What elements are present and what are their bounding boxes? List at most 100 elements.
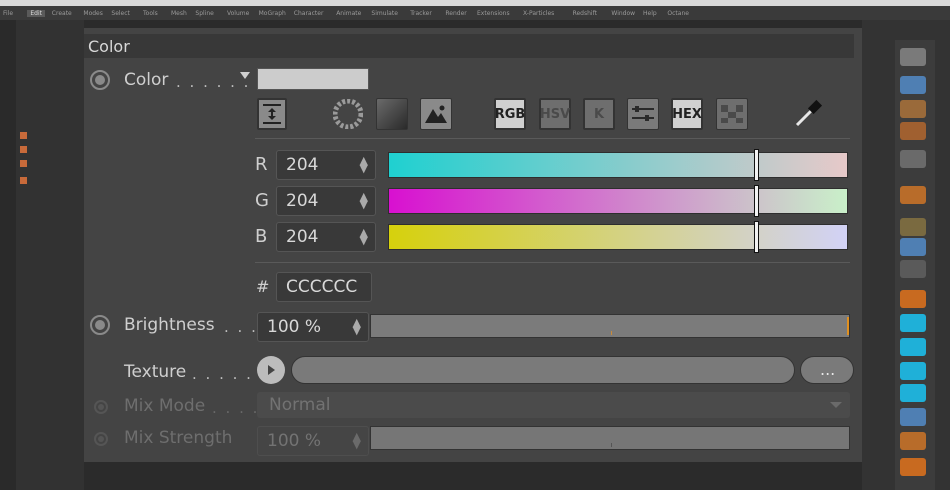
channel-r-slider[interactable] [388,149,848,181]
kelvin-mode-button[interactable]: K [583,98,615,130]
mix-mode-value: Normal [269,395,331,415]
mix-mode-dropdown: Normal [257,392,850,418]
tool-icon[interactable] [900,458,926,476]
tool-icon[interactable] [900,48,926,66]
menu-item[interactable]: Modes [83,10,102,17]
tool-icon[interactable] [900,384,926,402]
color-animate-radio[interactable] [90,70,110,90]
sliders-icon [632,106,654,121]
mix-strength-input: 100 % ▲ ▼ [257,426,369,456]
swatches-button[interactable] [716,98,748,130]
channel-b-slider[interactable] [388,221,848,253]
menu-item[interactable]: Render [445,10,466,17]
chevron-down-icon [830,402,842,408]
menu-item[interactable]: MoGraph [259,10,286,17]
menu-item[interactable]: Help [643,10,657,17]
tool-icon[interactable] [900,100,926,118]
menu-item[interactable]: Spline [195,10,213,17]
rgb-mode-button[interactable]: RGB [494,98,526,130]
mix-strength-value: 100 % [267,431,322,451]
menu-bar: File Edit Create Modes Select Tools Mesh Spline… [0,6,950,20]
menu-item[interactable]: Animate [336,10,361,17]
eyedropper-button[interactable] [790,98,826,130]
mix-mode-label: Mix Mode [124,396,206,416]
tool-icon[interactable] [900,186,926,204]
menu-item[interactable]: Redshift [573,10,597,17]
tool-icon[interactable] [900,150,926,168]
menu-item[interactable]: Mesh [171,10,187,17]
tool-icon[interactable] [900,362,926,380]
menu-item[interactable]: Extensions [477,10,510,17]
menu-item[interactable]: X-Particles [523,10,554,17]
stepper-arrows-icon: ▲ ▼ [352,430,361,451]
settings-icon [20,132,27,139]
channel-g-gradient [389,189,847,213]
menu-item[interactable]: Edit [27,10,46,17]
cube-icon[interactable] [900,76,926,94]
hsv-mode-button[interactable]: HSV [539,98,571,130]
mountain-icon [425,105,447,123]
left-tool-column [0,20,16,490]
menu-item[interactable]: Tracker [410,10,432,17]
tool-icon[interactable] [900,290,926,308]
menu-item[interactable]: File [3,10,13,17]
channel-b-input[interactable]: 204 ▲ ▼ [276,222,376,252]
image-picker-icon[interactable] [420,98,452,130]
texture-menu-button[interactable] [257,356,285,384]
channel-g-value: 204 [286,191,319,211]
color-swatch[interactable] [257,68,369,90]
menu-item[interactable]: Window [611,10,635,17]
menu-item[interactable]: Octane [667,10,689,17]
stepper-arrows-icon[interactable]: ▲ ▼ [353,317,361,336]
checker-icon [721,105,743,123]
channel-b-gradient [389,225,847,249]
channel-g-label: G [255,190,269,211]
tool-icon[interactable] [900,314,926,332]
brightness-label-dots: . . . [224,318,258,336]
menu-item[interactable]: Create [52,10,72,17]
brightness-value: 100 % [267,317,322,337]
brightness-animate-radio[interactable] [90,315,110,335]
stepper-arrows-icon[interactable]: ▲ ▼ [360,191,368,210]
channel-g-handle[interactable] [754,185,759,217]
menu-item[interactable]: Tools [143,10,158,17]
channel-b-value: 204 [286,227,319,247]
eyedropper-icon [795,99,823,127]
color-options-caret[interactable] [240,72,250,79]
brightness-input[interactable]: 100 % ▲ ▼ [257,312,369,342]
compact-toggle-icon[interactable] [257,98,287,130]
channel-r-input[interactable]: 204 ▲ ▼ [276,150,376,180]
spectrum-icon[interactable] [376,98,408,130]
tool-icon[interactable] [900,338,926,356]
menu-item[interactable]: Select [111,10,130,17]
menu-item[interactable]: Volume [227,10,249,17]
texture-browse-button[interactable]: ... [800,356,854,384]
hex-input[interactable]: CCCCCC [276,272,372,302]
channel-b-handle[interactable] [754,221,759,253]
brightness-label: Brightness [124,315,215,335]
channel-r-value: 204 [286,155,319,175]
color-label: Color [124,70,169,90]
stepper-arrows-icon[interactable]: ▲ ▼ [360,227,368,246]
background-menu-panel [0,20,84,490]
tool-icon[interactable] [900,122,926,140]
channel-g-slider[interactable] [388,185,848,217]
tool-icon[interactable] [900,408,926,426]
texture-field[interactable] [291,356,795,384]
channel-g-input[interactable]: 204 ▲ ▼ [276,186,376,216]
menu-item[interactable]: Simulate [371,10,398,17]
brightness-slider[interactable] [370,314,850,338]
tool-icon[interactable] [900,432,926,450]
stepper-arrows-icon[interactable]: ▲ ▼ [360,155,368,174]
color-wheel-icon[interactable] [332,98,364,130]
channel-r-handle[interactable] [754,149,759,181]
mix-mode-label-dots: . . . . [212,399,260,417]
tool-icon[interactable] [900,218,926,236]
mix-strength-slider [370,426,850,450]
tool-icon[interactable] [900,238,926,256]
menu-item[interactable]: Character [294,10,324,17]
tool-icon[interactable] [900,260,926,278]
slider-tick [611,331,612,335]
hex-mode-button[interactable]: HEX [671,98,703,130]
mixer-mode-button[interactable] [627,98,659,130]
